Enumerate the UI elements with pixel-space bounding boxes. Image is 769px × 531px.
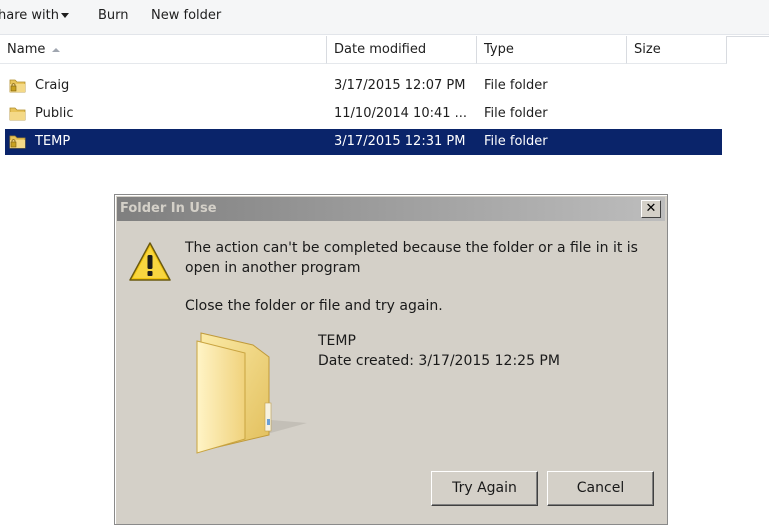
folder-icon xyxy=(196,332,307,454)
close-button[interactable]: ✕ xyxy=(641,200,661,218)
folder-in-use-dialog: Folder In Use ✕ The action can't be comp… xyxy=(114,194,668,525)
dialog-hint: Close the folder or file and try again. xyxy=(185,298,443,314)
command-bar: hare with Burn New folder xyxy=(0,0,769,35)
file-type: File folder xyxy=(484,106,548,121)
file-type: File folder xyxy=(484,134,548,149)
column-header-type[interactable]: Type xyxy=(477,36,627,64)
file-name: TEMP xyxy=(35,134,71,149)
new-folder-button[interactable]: New folder xyxy=(151,8,221,23)
file-date: 3/17/2015 12:31 PM xyxy=(334,134,466,149)
warning-icon xyxy=(129,242,171,281)
share-with-menu[interactable]: hare with xyxy=(0,8,59,23)
close-icon: ✕ xyxy=(645,201,657,216)
dialog-message: The action can't be completed because th… xyxy=(185,240,638,276)
chevron-down-icon[interactable] xyxy=(61,13,69,18)
sort-ascending-icon xyxy=(52,47,61,52)
file-type: File folder xyxy=(484,78,548,93)
column-header-name[interactable]: Name xyxy=(0,36,327,64)
file-name: Public xyxy=(35,106,74,121)
item-name: TEMP xyxy=(318,333,356,349)
locked-folder-icon xyxy=(9,79,26,93)
burn-button[interactable]: Burn xyxy=(98,8,129,23)
item-date-created: Date created: 3/17/2015 12:25 PM xyxy=(318,353,560,369)
file-row-public[interactable]: Public 11/10/2014 10:41 ... File folder xyxy=(5,101,722,127)
column-header-size[interactable]: Size xyxy=(627,36,727,64)
dialog-titlebar[interactable]: Folder In Use ✕ xyxy=(117,197,665,221)
dialog-title: Folder In Use xyxy=(120,201,217,216)
column-header-date-modified[interactable]: Date modified xyxy=(327,36,477,64)
file-date: 3/17/2015 12:07 PM xyxy=(334,78,466,93)
column-type-label: Type xyxy=(484,42,514,57)
column-date-label: Date modified xyxy=(334,42,427,57)
cancel-button[interactable]: Cancel xyxy=(547,471,654,506)
column-size-label: Size xyxy=(634,42,661,57)
file-name: Craig xyxy=(35,78,70,93)
try-again-button[interactable]: Try Again xyxy=(431,471,538,506)
locked-folder-icon xyxy=(9,135,26,149)
file-date: 11/10/2014 10:41 ... xyxy=(334,106,468,121)
folder-icon xyxy=(9,107,26,121)
file-row-craig[interactable]: Craig 3/17/2015 12:07 PM File folder xyxy=(5,73,722,99)
column-name-label: Name xyxy=(7,42,46,57)
file-row-temp[interactable]: TEMP 3/17/2015 12:31 PM File folder xyxy=(5,129,722,155)
